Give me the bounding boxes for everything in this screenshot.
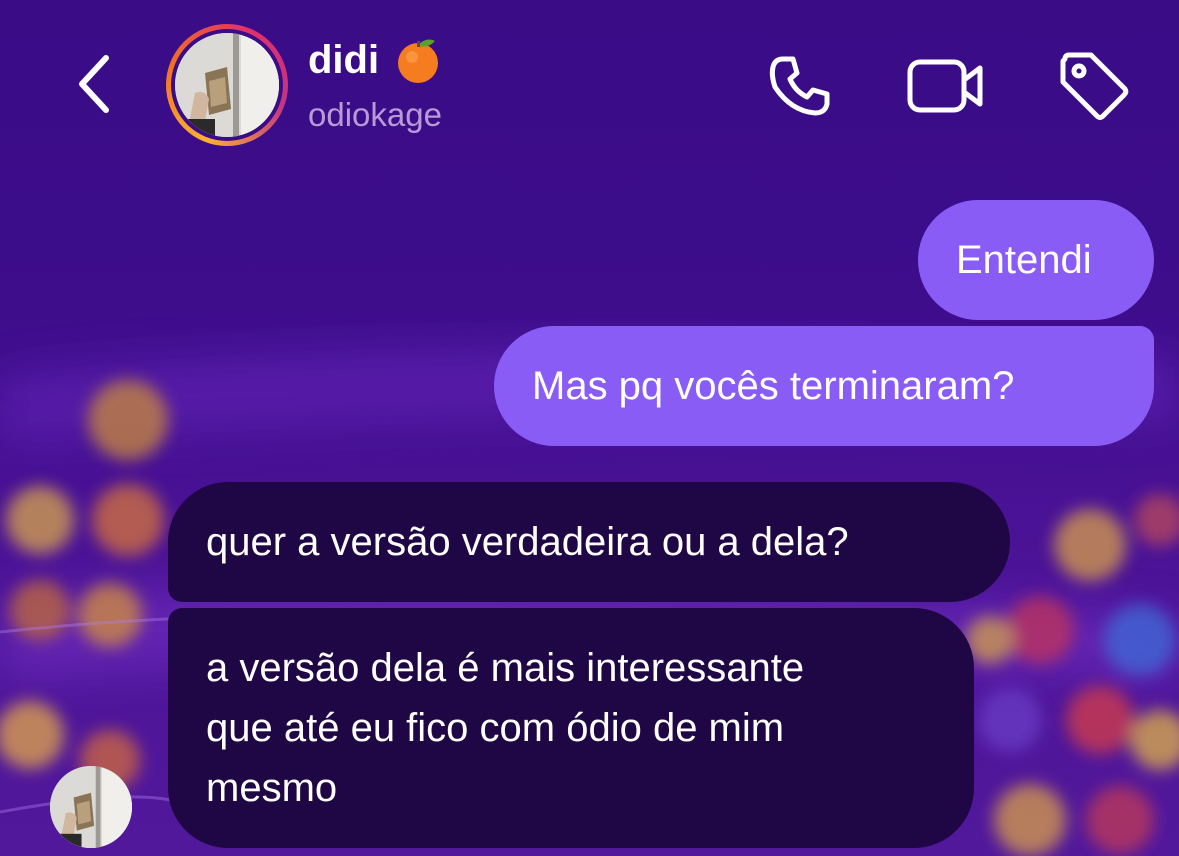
message-line: mesmo <box>206 766 338 810</box>
voice-call-button[interactable] <box>760 50 840 122</box>
message-bubble-sent[interactable]: Entendi <box>918 200 1154 320</box>
profile-avatar[interactable] <box>166 24 288 146</box>
video-camera-icon <box>907 59 983 113</box>
message-line: que até eu fico com ódio de mim <box>206 706 785 750</box>
contact-name-block[interactable]: didi odiokage <box>308 34 443 138</box>
video-call-button[interactable] <box>906 50 986 122</box>
username: odiokage <box>308 96 442 133</box>
tag-icon <box>1060 52 1129 120</box>
phone-icon <box>769 56 830 116</box>
message-line: a versão dela é mais interessante <box>206 646 805 690</box>
message-bubble-received[interactable]: a versão dela é mais interessante que at… <box>168 608 974 848</box>
back-icon <box>79 55 109 113</box>
chat-screen: didi odiokage Entendi Mas pq vocês termi… <box>0 0 1179 856</box>
display-name: didi <box>308 34 443 86</box>
back-button[interactable] <box>62 48 126 120</box>
avatar-photo <box>175 33 279 137</box>
tag-button[interactable] <box>1054 50 1134 122</box>
message-bubble-sent[interactable]: Mas pq vocês terminaram? <box>494 326 1154 446</box>
orange-emoji-icon <box>393 35 443 85</box>
sender-avatar[interactable] <box>50 766 132 848</box>
message-bubble-received[interactable]: quer a versão verdadeira ou a dela? <box>168 482 1010 602</box>
